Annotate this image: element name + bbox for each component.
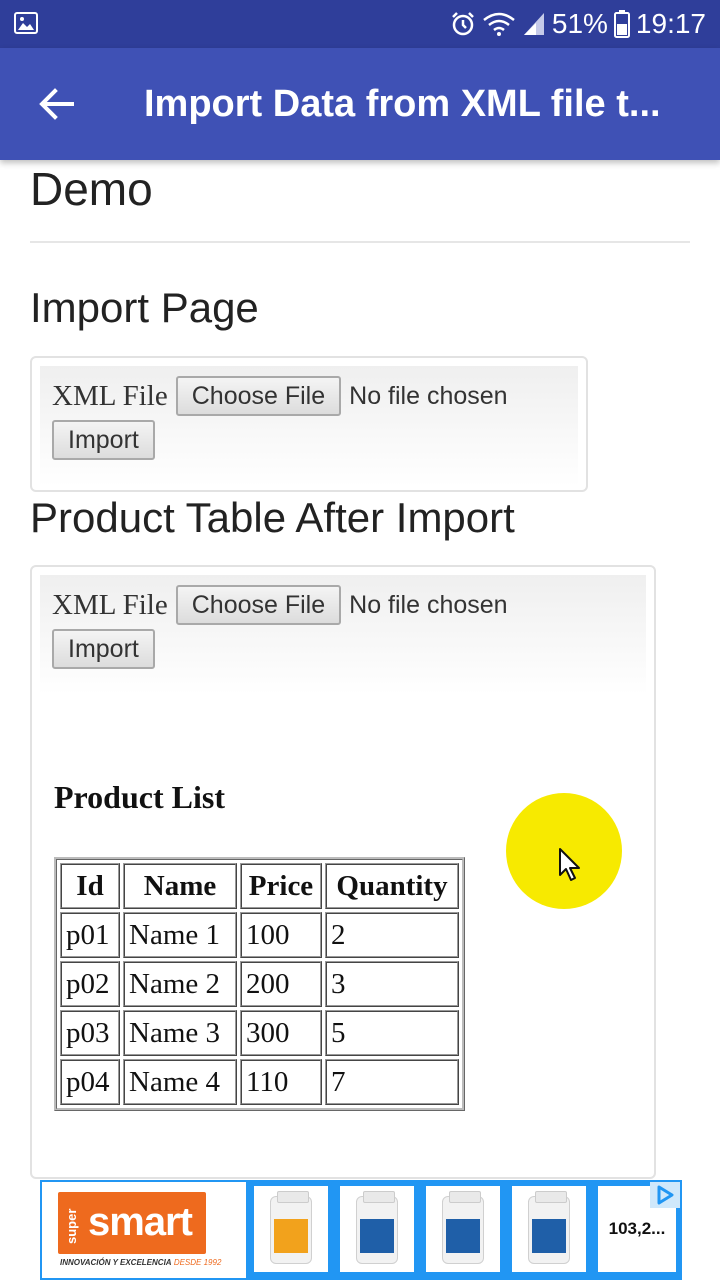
no-file-text: No file chosen bbox=[349, 590, 508, 619]
import-button: Import bbox=[52, 629, 155, 669]
cell-id: p03 bbox=[60, 1010, 120, 1056]
status-bar: 51% 19:17 bbox=[0, 0, 720, 48]
brand-name: smart bbox=[88, 1200, 193, 1244]
product-table-screenshot: XML File Choose File No file chosen Impo… bbox=[30, 565, 656, 1179]
brand-tagline: INNOVACIÓN Y EXCELENCIA DESDE 1992 bbox=[60, 1258, 221, 1267]
table-header-row: Id Name Price Quantity bbox=[60, 863, 459, 909]
supplement-bottle-icon bbox=[270, 1191, 312, 1264]
brand-logo: super smart bbox=[58, 1192, 206, 1254]
supplement-bottle-icon bbox=[356, 1191, 398, 1264]
cell-name: Name 4 bbox=[123, 1059, 237, 1105]
cell-name: Name 1 bbox=[123, 912, 237, 958]
cell-id: p02 bbox=[60, 961, 120, 1007]
product-table: Id Name Price Quantity p01 Name 1 100 2 … bbox=[54, 857, 465, 1111]
cell-quantity: 2 bbox=[325, 912, 459, 958]
status-icons: 51% 19:17 bbox=[450, 0, 706, 48]
import-button: Import bbox=[52, 420, 155, 460]
supplement-bottle-icon bbox=[442, 1191, 484, 1264]
supplement-bottle-icon bbox=[528, 1191, 570, 1264]
cell-price: 100 bbox=[240, 912, 322, 958]
ad-banner[interactable]: super smart INNOVACIÓN Y EXCELENCIA DESD… bbox=[0, 1180, 720, 1280]
screenshot-canvas: XML File Choose File No file chosen Impo… bbox=[40, 575, 646, 695]
tagline-text: INNOVACIÓN Y EXCELENCIA bbox=[60, 1258, 172, 1267]
cell-name: Name 3 bbox=[123, 1010, 237, 1056]
column-header-id: Id bbox=[60, 863, 120, 909]
choose-file-button: Choose File bbox=[175, 585, 342, 625]
bottle-label bbox=[274, 1219, 308, 1253]
cell-quantity: 3 bbox=[325, 961, 459, 1007]
article-content[interactable]: Demo Import Page XML File Choose File No… bbox=[0, 160, 720, 1180]
cell-price: 200 bbox=[240, 961, 322, 1007]
xml-file-label: XML File bbox=[52, 379, 168, 412]
cell-price: 300 bbox=[240, 1010, 322, 1056]
wifi-icon bbox=[483, 12, 515, 36]
alarm-icon bbox=[451, 12, 474, 36]
divider bbox=[30, 241, 690, 243]
column-header-name: Name bbox=[123, 863, 237, 909]
cell-quantity: 5 bbox=[325, 1010, 459, 1056]
clock: 19:17 bbox=[635, 8, 706, 39]
cell-id: p04 bbox=[60, 1059, 120, 1105]
page-title: Import Data from XML file t... bbox=[144, 83, 661, 125]
screenshot-canvas: XML File Choose File No file chosen Impo… bbox=[40, 366, 578, 486]
file-input-row: XML File Choose File No file chosen bbox=[52, 585, 508, 625]
tagline-accent: DESDE 1992 bbox=[173, 1258, 222, 1267]
ad-frame[interactable]: super smart INNOVACIÓN Y EXCELENCIA DESD… bbox=[40, 1180, 682, 1280]
heading-import-page: Import Page bbox=[30, 284, 259, 331]
cell-price: 110 bbox=[240, 1059, 322, 1105]
column-header-quantity: Quantity bbox=[325, 863, 459, 909]
ad-product-tile[interactable] bbox=[512, 1186, 586, 1272]
cell-quantity: 7 bbox=[325, 1059, 459, 1105]
cell-id: p01 bbox=[60, 912, 120, 958]
signal-icon bbox=[523, 13, 544, 35]
import-page-screenshot: XML File Choose File No file chosen Impo… bbox=[30, 356, 588, 492]
cell-name: Name 2 bbox=[123, 961, 237, 1007]
back-button[interactable] bbox=[28, 80, 84, 128]
arrow-back-icon bbox=[39, 88, 74, 120]
table-row: p02 Name 2 200 3 bbox=[60, 961, 459, 1007]
app-bar: Import Data from XML file t... bbox=[0, 48, 720, 160]
ad-logo[interactable]: super smart INNOVACIÓN Y EXCELENCIA DESD… bbox=[42, 1182, 246, 1278]
table-row: p04 Name 4 110 7 bbox=[60, 1059, 459, 1105]
mouse-pointer-icon bbox=[559, 848, 580, 881]
bottle-label bbox=[532, 1219, 566, 1253]
bottle-label bbox=[360, 1219, 394, 1253]
cursor-highlight bbox=[506, 793, 622, 909]
bottle-label bbox=[446, 1219, 480, 1253]
ad-choices-icon bbox=[657, 1185, 674, 1205]
product-list-title: Product List bbox=[54, 779, 225, 815]
gallery-icon bbox=[14, 12, 38, 34]
table-row: p01 Name 1 100 2 bbox=[60, 912, 459, 958]
heading-demo: Demo bbox=[30, 163, 153, 215]
ad-product-tile[interactable] bbox=[426, 1186, 500, 1272]
battery-percent: 51% bbox=[551, 8, 608, 39]
ad-product-tile[interactable] bbox=[254, 1186, 328, 1272]
file-input-row: XML File Choose File No file chosen bbox=[52, 376, 508, 416]
heading-product-table: Product Table After Import bbox=[30, 494, 515, 541]
brand-super-text: super bbox=[64, 1208, 79, 1244]
ad-choices-button[interactable] bbox=[650, 1182, 680, 1208]
battery-icon bbox=[613, 10, 630, 38]
ad-product-tile[interactable] bbox=[340, 1186, 414, 1272]
column-header-price: Price bbox=[240, 863, 322, 909]
xml-file-label: XML File bbox=[52, 588, 168, 621]
no-file-text: No file chosen bbox=[349, 381, 508, 410]
table-row: p03 Name 3 300 5 bbox=[60, 1010, 459, 1056]
choose-file-button: Choose File bbox=[175, 376, 342, 416]
